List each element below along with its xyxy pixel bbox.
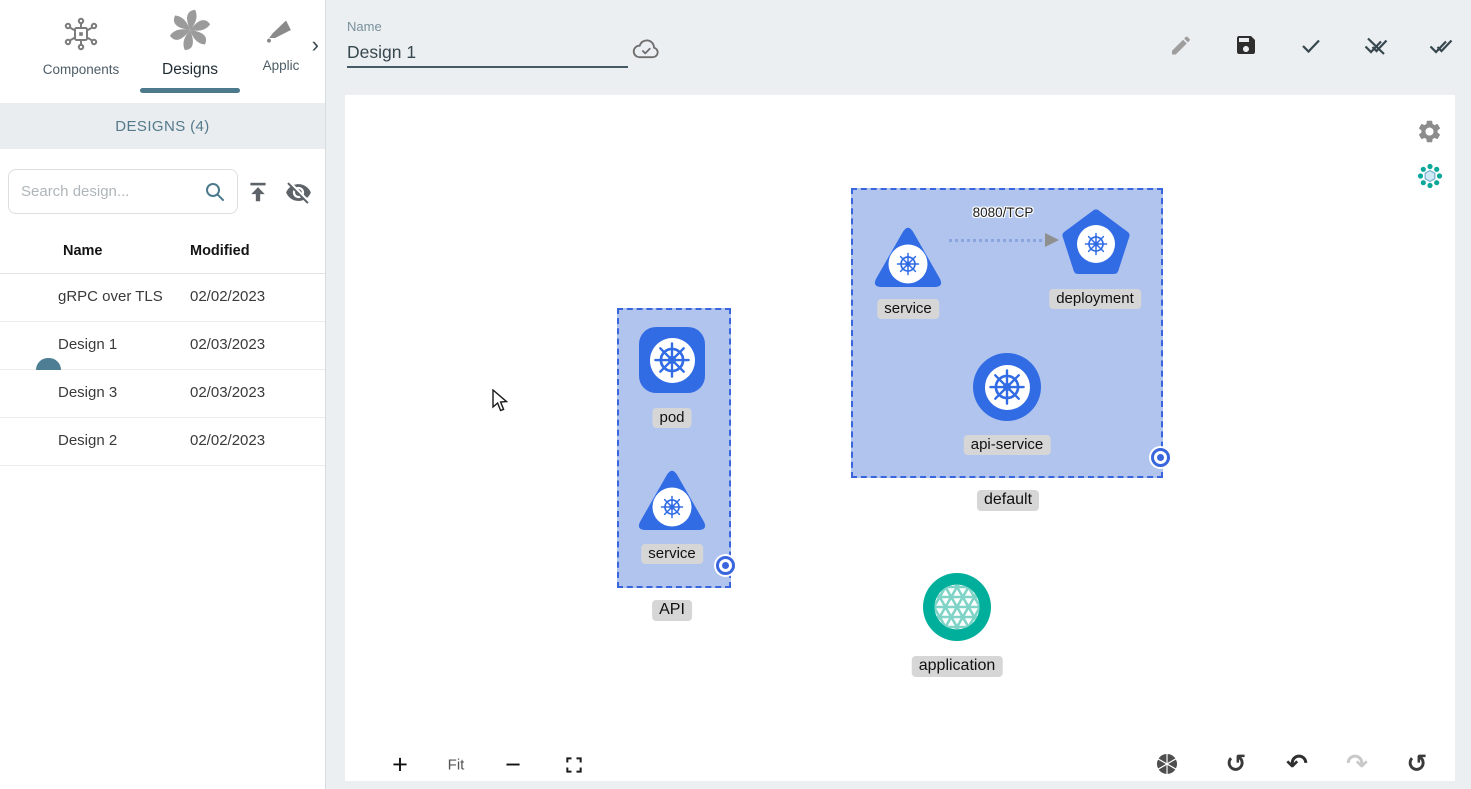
redo-icon: ↷ (1346, 749, 1368, 780)
search-box (8, 169, 238, 214)
active-tab-underline (140, 88, 240, 93)
zoom-out-button[interactable]: − (505, 750, 521, 781)
node-pod[interactable] (639, 327, 705, 393)
search-input[interactable] (21, 183, 203, 200)
column-modified: Modified (190, 243, 250, 259)
double-check-crossed-icon (1364, 32, 1388, 59)
design-name: gRPC over TLS (58, 288, 163, 305)
canvas-settings-gear-icon[interactable] (1416, 118, 1443, 145)
upload-icon (245, 179, 271, 205)
validate-button[interactable] (1297, 31, 1325, 59)
design-name: Design 3 (58, 384, 117, 401)
group-label: API (652, 600, 692, 621)
kubernetes-wheel-icon (898, 254, 919, 275)
kubernetes-wheel-icon (653, 341, 691, 379)
group-label: default (977, 490, 1039, 511)
topbar: Name (327, 0, 1471, 95)
node-service-api[interactable] (632, 463, 712, 535)
designs-icon (167, 7, 213, 53)
kubernetes-toggle-icon[interactable] (1417, 163, 1443, 189)
fit-view-button[interactable]: Fit (448, 757, 465, 774)
mouse-cursor (492, 389, 512, 413)
fullscreen-icon (564, 755, 584, 775)
design-name-label: Name (347, 19, 382, 34)
kubernetes-logo-backdrop (985, 365, 1030, 410)
node-label: application (912, 656, 1003, 677)
applications-icon (266, 16, 296, 48)
kubernetes-logo-backdrop (650, 338, 695, 383)
designs-table: gRPC over TLS 02/02/2023 Design 1 02/03/… (0, 274, 325, 466)
node-api-service[interactable] (973, 353, 1041, 421)
redo-button[interactable]: ↷ (1346, 749, 1368, 780)
search-row (0, 149, 325, 219)
design-modified: 02/03/2023 (190, 384, 265, 401)
design-modified: 02/02/2023 (190, 288, 265, 305)
tab-applications[interactable]: Applic (248, 0, 314, 96)
upload-design-button[interactable] (243, 177, 273, 210)
design-modified: 02/03/2023 (190, 336, 265, 353)
edit-button[interactable] (1167, 31, 1195, 59)
design-name-input[interactable] (347, 38, 628, 68)
node-deployment[interactable] (1060, 207, 1132, 277)
node-label: service (877, 299, 939, 319)
node-service-default[interactable] (868, 220, 948, 292)
designs-table-header: Name Modified (0, 233, 325, 274)
tab-components-label: Components (22, 62, 140, 77)
design-modified: 02/02/2023 (190, 432, 265, 449)
group-resize-badge[interactable] (716, 556, 735, 575)
fullscreen-button[interactable] (564, 755, 584, 775)
tab-designs[interactable]: Designs (140, 0, 240, 96)
cloud-done-icon (631, 36, 661, 62)
check-icon (1299, 32, 1323, 58)
rotate-ccw-icon: ↺ (1407, 749, 1428, 779)
pencil-icon (1169, 33, 1193, 58)
node-label: service (641, 544, 703, 564)
edge-service-deployment (949, 239, 1048, 242)
eye-off-icon (285, 179, 312, 206)
design-canvas[interactable]: pod service API (345, 95, 1455, 781)
table-row[interactable]: Design 2 02/02/2023 (0, 418, 325, 466)
double-check-icon (1429, 32, 1453, 59)
design-name: Design 1 (58, 336, 117, 353)
designs-panel-header: DESIGNS (4) (0, 103, 325, 149)
rotate-ccw-icon: ↺ (1226, 749, 1247, 779)
hide-designs-button[interactable] (283, 177, 314, 211)
deploy-button[interactable] (1427, 31, 1455, 59)
aperture-icon (1155, 752, 1179, 776)
search-icon (203, 180, 227, 204)
tab-overflow-chevron-icon[interactable]: › (312, 34, 319, 56)
design-name: Design 2 (58, 432, 117, 449)
edge-arrowhead (1045, 233, 1059, 247)
save-button[interactable] (1232, 31, 1260, 59)
undo-icon: ↶ (1286, 749, 1308, 780)
group-resize-badge[interactable] (1151, 448, 1170, 467)
node-application[interactable] (921, 571, 993, 643)
undeploy-button[interactable] (1362, 31, 1390, 59)
zoom-in-button[interactable]: + (392, 750, 408, 781)
node-label: pod (652, 408, 691, 428)
edge-port-label: 8080/TCP (973, 205, 1034, 220)
design-actions (1167, 31, 1455, 59)
components-icon (63, 16, 99, 52)
reset-rotation-button[interactable]: ↺ (1226, 749, 1247, 779)
node-label: api-service (964, 435, 1051, 455)
tab-designs-label: Designs (140, 61, 240, 79)
sidebar-tabs: Components Designs (0, 0, 325, 96)
kubernetes-wheel-icon (1086, 234, 1107, 255)
tab-components[interactable]: Components (22, 0, 140, 96)
kubernetes-wheel-icon (662, 497, 683, 518)
kubernetes-wheel-icon (988, 368, 1026, 406)
node-label: deployment (1049, 289, 1141, 309)
table-row[interactable]: gRPC over TLS 02/02/2023 (0, 274, 325, 322)
reset-view-button[interactable]: ↺ (1407, 749, 1428, 779)
undo-button[interactable]: ↶ (1286, 749, 1308, 780)
table-row[interactable]: Design 3 02/03/2023 (0, 370, 325, 418)
save-icon (1234, 32, 1258, 58)
tab-applications-label: Applic (248, 58, 314, 73)
column-name: Name (63, 243, 103, 259)
sidebar: Components Designs (0, 0, 326, 789)
screenshot-button[interactable] (1155, 752, 1179, 776)
